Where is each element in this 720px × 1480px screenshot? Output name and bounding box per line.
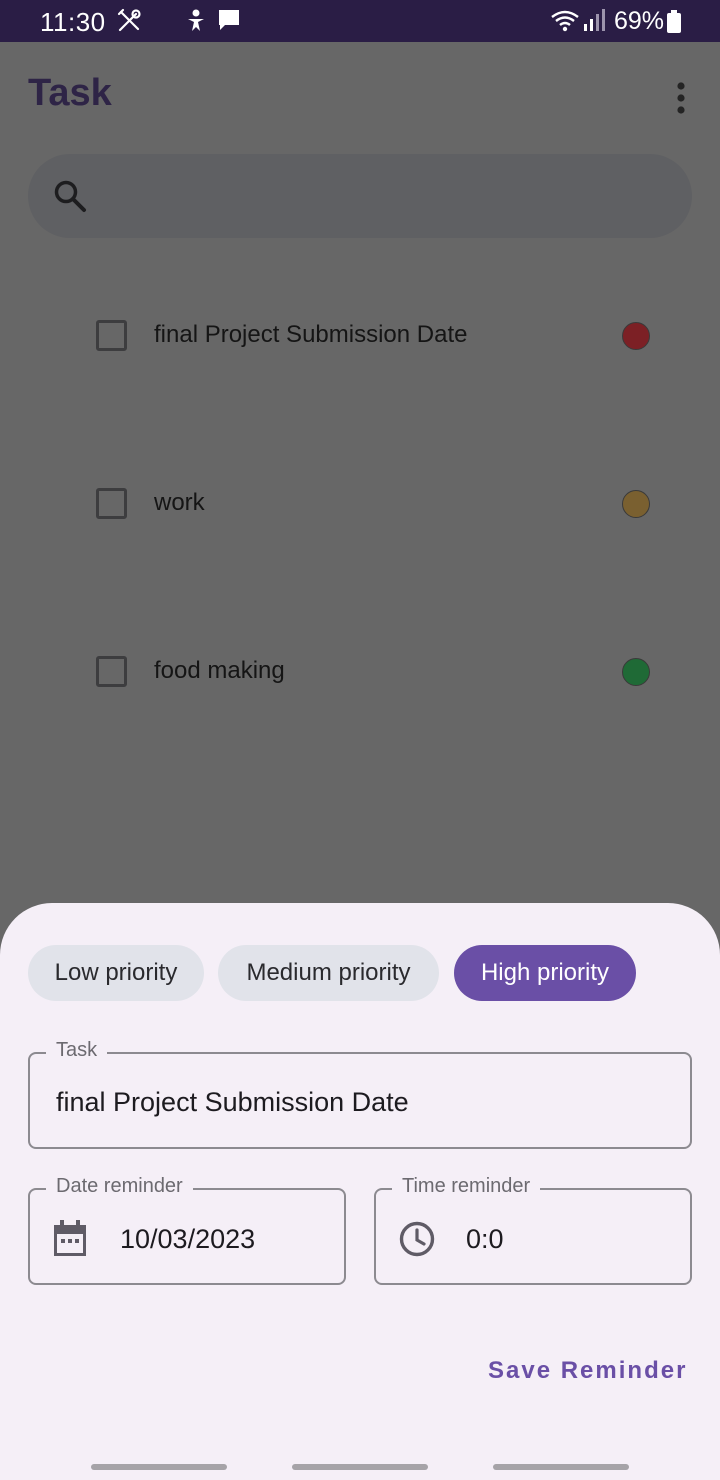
date-reminder-label: Date reminder — [46, 1175, 193, 1198]
priority-indicator — [622, 490, 650, 518]
more-vert-icon — [664, 82, 698, 122]
task-row[interactable]: final Project Submission Date — [0, 306, 720, 366]
time-reminder-value[interactable]: 0:0 — [466, 1224, 504, 1255]
task-label: work — [154, 489, 205, 516]
calendar-icon — [52, 1220, 88, 1263]
page-title: Task — [28, 72, 112, 114]
search-bar[interactable] — [28, 154, 692, 238]
task-field-label: Task — [46, 1039, 108, 1062]
high-priority-chip[interactable]: High priority — [454, 945, 636, 1001]
battery-percent: 69% — [614, 7, 665, 35]
clock-icon — [398, 1220, 436, 1263]
wifi-icon — [550, 8, 580, 39]
time-reminder-field[interactable]: Time reminder 0:0 — [374, 1175, 692, 1285]
date-reminder-value[interactable]: 10/03/2023 — [120, 1224, 255, 1255]
medium-priority-chip[interactable]: Medium priority — [218, 945, 439, 1001]
status-bar: 11:30 69% — [0, 0, 720, 42]
task-checkbox[interactable] — [96, 656, 127, 687]
reminder-bottom-sheet: Low priority Medium priority High priori… — [0, 903, 720, 1480]
save-reminder-button[interactable]: Save Reminder — [488, 1357, 687, 1385]
chat-icon — [217, 8, 241, 37]
task-row[interactable]: work — [0, 474, 720, 534]
date-reminder-field[interactable]: Date reminder 10/03/2023 — [28, 1175, 346, 1285]
task-label: final Project Submission Date — [154, 321, 468, 348]
search-icon — [52, 178, 88, 219]
nav-home-handle[interactable] — [292, 1464, 428, 1470]
task-label: food making — [154, 657, 285, 684]
low-priority-chip[interactable]: Low priority — [28, 945, 204, 1001]
tools-icon — [116, 8, 142, 39]
task-checkbox[interactable] — [96, 320, 127, 351]
nav-recents-handle[interactable] — [493, 1464, 629, 1470]
battery-icon — [666, 10, 682, 39]
task-checkbox[interactable] — [96, 488, 127, 519]
time-reminder-label: Time reminder — [392, 1175, 541, 1198]
task-row[interactable]: food making — [0, 642, 720, 702]
task-field[interactable]: Task final Project Submission Date — [28, 1039, 692, 1149]
more-options-button[interactable] — [664, 78, 698, 118]
nav-back-handle[interactable] — [91, 1464, 227, 1470]
priority-indicator — [622, 658, 650, 686]
signal-icon — [583, 8, 605, 37]
system-nav-bar — [0, 1448, 720, 1480]
accessibility-icon — [184, 8, 208, 39]
status-time: 11:30 — [40, 7, 106, 37]
priority-indicator — [622, 322, 650, 350]
task-field-value[interactable]: final Project Submission Date — [56, 1087, 409, 1118]
